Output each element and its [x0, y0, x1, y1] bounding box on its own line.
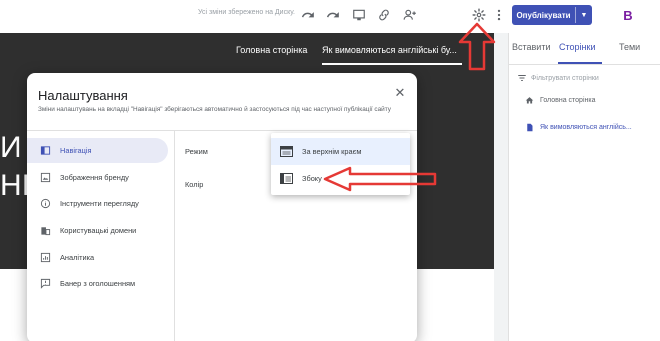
page-item-label: Як вимовляються англійсь... [540, 124, 632, 131]
hero-title-fragment: И [0, 131, 22, 164]
top-toolbar: Усі зміни збережено на Диску. Опублікува… [0, 0, 660, 33]
tab-themes[interactable]: Теми [619, 42, 640, 52]
panel-divider [509, 64, 660, 65]
hero-title-fragment: НІ [0, 169, 30, 202]
mode-label: Режим [185, 147, 208, 156]
avatar[interactable]: B [617, 4, 639, 26]
dialog-sidebar-divider [174, 130, 175, 341]
undo-icon[interactable] [299, 6, 317, 24]
tab-insert[interactable]: Вставити [512, 42, 551, 52]
dialog-divider [27, 130, 417, 131]
mode-option-top[interactable]: За верхнім краєм [271, 138, 410, 165]
home-icon [525, 97, 534, 104]
info-icon [40, 198, 51, 209]
settings-nav-label: Аналітика [60, 253, 95, 262]
settings-nav-navigation[interactable]: Навігація [27, 138, 168, 163]
announcement-icon [40, 278, 51, 289]
settings-nav-viewer-tools[interactable]: Інструменти перегляду [27, 191, 168, 216]
publish-label: Опублікувати [516, 10, 571, 20]
mode-option-label: Збоку [302, 174, 322, 183]
settings-nav-label: Банер з оголошенням [60, 279, 136, 288]
publish-button[interactable]: Опублікувати ▼ [512, 5, 592, 25]
navigation-icon [40, 146, 51, 155]
annotation-arrow-left [323, 166, 437, 192]
share-icon[interactable] [401, 6, 419, 24]
dialog-title: Налаштування [38, 88, 128, 103]
save-status: Усі зміни збережено на Диску. [198, 9, 295, 16]
color-label: Колір [185, 180, 204, 189]
settings-nav-custom-domains[interactable]: Користувацькі домени [27, 218, 168, 243]
filter-pages-input[interactable]: Фільтрувати сторінки [517, 73, 599, 83]
settings-nav-label: Зображення бренду [60, 173, 129, 182]
image-icon [40, 172, 51, 183]
domain-icon [41, 227, 51, 236]
nav-active-underline [322, 63, 462, 65]
right-panel: Вставити Сторінки Теми Фільтрувати сторі… [508, 33, 660, 341]
filter-placeholder: Фільтрувати сторінки [531, 74, 599, 82]
analytics-icon [40, 252, 51, 263]
page-item-label: Головна сторінка [540, 97, 596, 104]
document-icon [527, 123, 533, 132]
publish-dropdown-icon[interactable]: ▼ [576, 5, 592, 25]
preview-gutter [494, 33, 508, 341]
settings-nav-label: Інструменти перегляду [60, 199, 139, 208]
close-icon[interactable]: ✕ [392, 85, 408, 101]
dialog-subtitle: Зміни налаштувань на вкладці "Навігація"… [38, 106, 391, 113]
page-item-home[interactable]: Головна сторінка [525, 96, 595, 105]
nav-link-home[interactable]: Головна сторінка [236, 45, 307, 55]
settings-nav-analytics[interactable]: Аналітика [27, 245, 168, 270]
filter-icon [518, 75, 526, 81]
tab-pages[interactable]: Сторінки [559, 42, 595, 52]
annotation-arrow-up [458, 22, 496, 71]
mode-option-label: За верхнім краєм [302, 147, 362, 156]
preview-icon[interactable] [350, 6, 368, 24]
settings-nav-label: Навігація [60, 146, 92, 155]
settings-dialog: Налаштування Зміни налаштувань на вкладц… [27, 73, 417, 341]
page-item-article[interactable]: Як вимовляються англійсь... [525, 123, 632, 132]
top-nav-icon [280, 146, 293, 157]
settings-nav-label: Користувацькі домени [60, 226, 137, 235]
settings-nav-brand-images[interactable]: Зображення бренду [27, 165, 168, 190]
nav-link-article[interactable]: Як вимовляються англійські бу... [322, 45, 457, 55]
settings-nav-announcement-banner[interactable]: Банер з оголошенням [27, 271, 168, 296]
redo-icon[interactable] [324, 6, 342, 24]
side-nav-icon [280, 173, 293, 184]
link-icon[interactable] [375, 6, 393, 24]
